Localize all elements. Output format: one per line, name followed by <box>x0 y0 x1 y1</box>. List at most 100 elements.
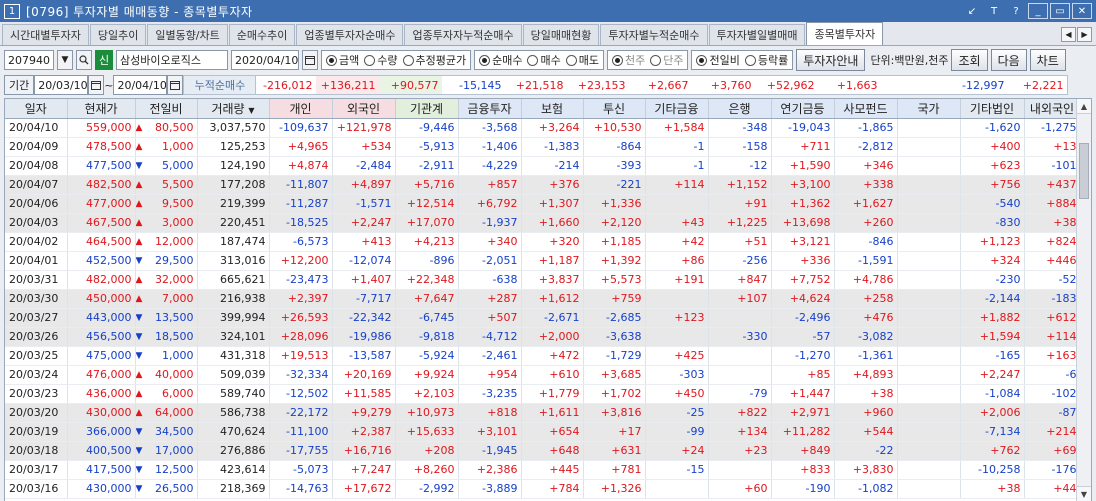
period-to-input[interactable]: 20/04/10 <box>113 75 168 95</box>
col-pension[interactable]: 연기금등 <box>771 99 835 119</box>
query-button[interactable]: 조회 <box>951 49 988 71</box>
tab-investor-cum-net-buy[interactable]: 투자자별누적순매수 <box>600 24 708 45</box>
cell-date: 20/04/07 <box>5 175 68 195</box>
search-icon[interactable] <box>76 50 92 70</box>
date-input[interactable]: 2020/04/10 <box>231 50 299 70</box>
tab-sector-cum-net-buy[interactable]: 업종투자자누적순매수 <box>404 24 522 45</box>
cell-trust: +2,120 <box>583 213 646 233</box>
col-individual[interactable]: 개인 <box>269 99 333 119</box>
table-row[interactable]: 20/03/17 417,500 ▼ 12,500 423,614 -5,073 +7,24… <box>5 460 1081 480</box>
table-row[interactable]: 20/04/09 478,500 ▲ 1,000 125,253 +4,965 +534 -5… <box>5 137 1081 157</box>
tab-scroll-left-icon[interactable]: ◀ <box>1061 27 1076 42</box>
tab-sector-net-buy[interactable]: 업종별투자자순매수 <box>296 24 404 45</box>
help-icon[interactable]: ? <box>1006 3 1026 19</box>
col-prev-diff[interactable]: 전일비 <box>135 99 198 119</box>
radio-amount[interactable]: 금액 <box>326 52 359 68</box>
col-domestic-foreign[interactable]: 내외국인 <box>1024 99 1081 119</box>
minimize-button[interactable]: _ <box>1028 3 1048 19</box>
col-foreign[interactable]: 외국인 <box>332 99 396 119</box>
cell-insurance: +472 <box>521 346 584 366</box>
table-row[interactable]: 20/03/16 430,000 ▼ 26,500 218,369 -14,763 +17,… <box>5 479 1081 499</box>
tab-net-buy-trend[interactable]: 순매수추이 <box>228 24 296 45</box>
table-row[interactable]: 20/03/18 400,500 ▼ 17,000 276,886 -17,755 +16,… <box>5 441 1081 461</box>
tab-scroll-right-icon[interactable]: ▶ <box>1077 27 1092 42</box>
cell-other-finance: +86 <box>645 251 709 271</box>
col-other-corp[interactable]: 기타법인 <box>960 99 1025 119</box>
scrollbar-thumb[interactable] <box>1079 143 1089 199</box>
text-icon[interactable]: T <box>984 3 1004 19</box>
cell-private-fund: -1,865 <box>834 118 898 138</box>
scroll-up-icon[interactable]: ▲ <box>1077 99 1091 114</box>
cell-trust: +17 <box>583 422 646 442</box>
table-row[interactable]: 20/04/02 464,500 ▲ 12,000 187,474 -6,573 +413 +… <box>5 232 1081 252</box>
table-row[interactable]: 20/03/26 456,500 ▼ 18,500 324,101 +28,096 -19,… <box>5 327 1081 347</box>
code-dropdown-icon[interactable]: ▼ <box>57 50 73 70</box>
col-volume[interactable]: 거래량 ▼ <box>197 99 270 119</box>
table-row[interactable]: 20/04/01 452,500 ▼ 29,500 313,016 +12,200 -12,… <box>5 251 1081 271</box>
stock-code-input[interactable]: 207940 <box>4 50 54 70</box>
cell-financial-inv: +857 <box>458 175 522 195</box>
tab-daily-trend-chart[interactable]: 일별동향/차트 <box>147 24 228 45</box>
table-row[interactable]: 20/04/10 559,000 ▲ 80,500 3,037,570 -109,637 +… <box>5 118 1081 138</box>
next-button[interactable]: 다음 <box>990 49 1027 71</box>
col-private-fund[interactable]: 사모펀드 <box>834 99 898 119</box>
sort-down-icon[interactable]: ▼ <box>248 106 254 115</box>
prev-diff-value: 64,000 <box>155 406 194 419</box>
col-date[interactable]: 일자 <box>5 99 68 119</box>
col-other-finance[interactable]: 기타금융 <box>645 99 709 119</box>
maximize-button[interactable]: ▭ <box>1050 3 1070 19</box>
table-row[interactable]: 20/03/23 436,000 ▲ 6,000 589,740 -12,502 +11,5… <box>5 384 1081 404</box>
radio-change-rate[interactable]: 등락률 <box>744 52 788 68</box>
trade-type-radio-group: 순매수 매수 매도 <box>474 50 604 70</box>
radio-single-shares[interactable]: 단주 <box>650 52 683 68</box>
table-row[interactable]: 20/03/27 443,000 ▼ 13,500 399,994 +26,593 -22,… <box>5 308 1081 328</box>
table-row[interactable]: 20/03/19 366,000 ▼ 34,500 470,624 -11,100 +2,3… <box>5 422 1081 442</box>
chart-button[interactable]: 차트 <box>1029 49 1066 71</box>
investor-guide-button[interactable]: 투자자안내 <box>796 49 866 71</box>
col-bank[interactable]: 은행 <box>708 99 772 119</box>
tab-intraday-trading[interactable]: 당일매매현황 <box>522 24 600 45</box>
radio-thousand-shares[interactable]: 천주 <box>611 52 645 68</box>
table-row[interactable]: 20/04/08 477,500 ▼ 5,000 124,190 +4,874 -2,484… <box>5 156 1081 176</box>
col-trust[interactable]: 투신 <box>583 99 646 119</box>
calendar-icon[interactable] <box>302 50 318 70</box>
col-insurance[interactable]: 보험 <box>521 99 584 119</box>
tab-stock-investor[interactable]: 종목별투자자 <box>806 22 884 45</box>
col-financial-inv[interactable]: 금융투자 <box>458 99 522 119</box>
table-row[interactable]: 20/03/24 476,000 ▲ 40,000 509,039 -32,334 +20,… <box>5 365 1081 385</box>
table-row[interactable]: 20/03/20 430,000 ▲ 64,000 586,738 -22,172 +9,2… <box>5 403 1081 423</box>
radio-avg-price[interactable]: 추정평균가 <box>402 52 466 68</box>
col-price[interactable]: 현재가 <box>67 99 136 119</box>
table-row[interactable]: 20/04/07 482,500 ▲ 5,500 177,208 -11,807 +4,89… <box>5 175 1081 195</box>
vertical-scrollbar[interactable]: ▲ ▼ <box>1076 99 1091 501</box>
tab-intraday-trend[interactable]: 당일추이 <box>89 24 147 45</box>
radio-quantity[interactable]: 수량 <box>364 52 398 68</box>
cell-foreign: +16,716 <box>332 441 396 461</box>
period-from-input[interactable]: 20/03/10 <box>34 75 89 95</box>
tab-time-investor[interactable]: 시간대별투자자 <box>2 24 89 45</box>
col-nation[interactable]: 국가 <box>897 99 961 119</box>
col-institution[interactable]: 기관계 <box>395 99 459 119</box>
cell-prev-diff: ▲ 80,500 <box>135 118 198 138</box>
period-from-calendar-icon[interactable] <box>88 75 105 95</box>
scroll-down-icon[interactable]: ▼ <box>1077 486 1091 501</box>
table-row[interactable]: 20/03/30 450,000 ▲ 7,000 216,938 +2,397 -7,717… <box>5 289 1081 309</box>
tab-investor-daily-trading[interactable]: 투자자별일별매매 <box>708 24 806 45</box>
cell-other-finance: +43 <box>645 213 709 233</box>
link-icon[interactable]: ↙ <box>962 3 982 19</box>
cell-trust: +1,702 <box>583 384 646 404</box>
cell-trust: -1,729 <box>583 346 646 366</box>
radio-buy[interactable]: 매수 <box>527 52 561 68</box>
table-row[interactable]: 20/04/03 467,500 ▲ 3,000 220,451 -18,525 +2,24… <box>5 213 1081 233</box>
table-row[interactable]: 20/04/06 477,000 ▲ 9,500 219,399 -11,287 -1,57… <box>5 194 1081 214</box>
radio-net-buy[interactable]: 순매수 <box>479 52 522 68</box>
period-to-calendar-icon[interactable] <box>167 75 184 95</box>
cell-nation <box>897 289 961 309</box>
cell-price: 482,500 <box>67 175 136 195</box>
table-row[interactable]: 20/03/25 475,000 ▼ 1,000 431,318 +19,513 -13,5… <box>5 346 1081 366</box>
table-row[interactable]: 20/03/31 482,000 ▲ 32,000 665,621 -23,473 +1,4… <box>5 270 1081 290</box>
cell-domestic-foreign: -1,275 <box>1024 118 1081 138</box>
radio-prev-diff[interactable]: 전일비 <box>696 52 740 68</box>
radio-sell[interactable]: 매도 <box>565 52 599 68</box>
close-button[interactable]: ✕ <box>1072 3 1092 19</box>
